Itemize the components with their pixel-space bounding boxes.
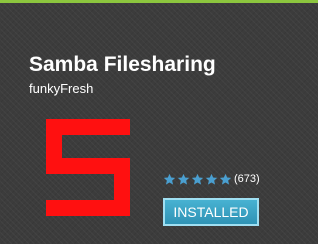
star-icon bbox=[177, 173, 190, 185]
rating: (673) bbox=[163, 172, 260, 186]
app-card: Samba Filesharing funkyFresh (673) INSTA… bbox=[0, 0, 318, 244]
star-icon bbox=[219, 173, 232, 185]
developer-name: funkyFresh bbox=[29, 81, 94, 96]
star-icon bbox=[205, 173, 218, 185]
samba-logo-icon bbox=[46, 119, 130, 216]
installed-button[interactable]: INSTALLED bbox=[163, 198, 259, 226]
star-rating bbox=[163, 173, 233, 186]
star-icon bbox=[163, 173, 176, 185]
star-icon bbox=[191, 173, 204, 185]
rating-count: (673) bbox=[234, 173, 260, 185]
app-title: Samba Filesharing bbox=[29, 53, 216, 76]
